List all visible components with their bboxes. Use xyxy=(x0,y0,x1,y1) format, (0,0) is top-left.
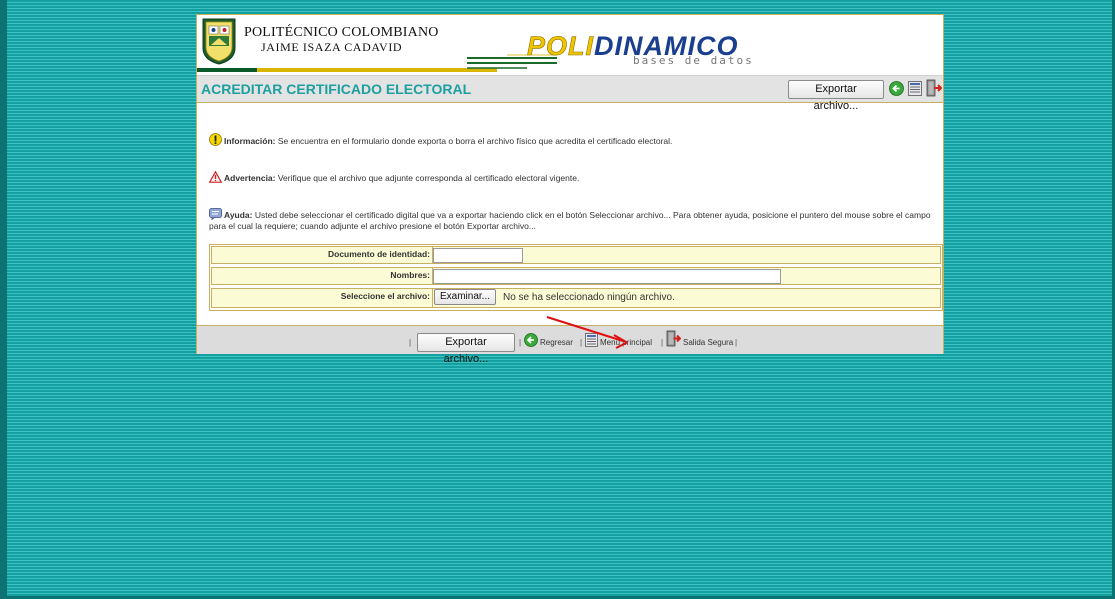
footer-separator: | xyxy=(580,338,583,347)
footer-separator: | xyxy=(661,338,664,347)
back-arrow-icon[interactable] xyxy=(889,81,904,96)
file-label: Seleccione el archivo: xyxy=(340,291,430,301)
warning-text: Verifique que el archivo que adjunte cor… xyxy=(275,173,580,183)
logo-part-a: POLI xyxy=(527,31,595,62)
info-icon xyxy=(209,133,222,146)
institution-crest-icon xyxy=(202,18,236,65)
export-file-button[interactable]: Exportar archivo... xyxy=(417,333,515,365)
title-bar: ACREDITAR CERTIFICADO ELECTORAL Exportar… xyxy=(197,75,943,112)
names-input[interactable] xyxy=(433,269,781,284)
institution-name: POLITÉCNICO COLOMBIANO xyxy=(244,25,439,40)
help-text: Usted debe seleccionar el certificado di… xyxy=(209,210,931,231)
info-label: Información: xyxy=(224,136,276,146)
footer-separator: | xyxy=(735,338,738,347)
back-link[interactable]: Regresar xyxy=(524,333,573,347)
help-message: Ayuda: Usted debe seleccionar el certifi… xyxy=(209,208,937,232)
page-title: ACREDITAR CERTIFICADO ELECTORAL xyxy=(201,81,472,97)
logo-tagline: bases de datos xyxy=(633,54,754,67)
warning-label: Advertencia: xyxy=(224,173,276,183)
header-color-bar xyxy=(197,68,497,72)
secure-exit-icon[interactable] xyxy=(926,79,942,97)
form-row-file: Seleccione el archivo: Examinar... No se… xyxy=(211,288,941,308)
secure-exit-link[interactable]: Salida Segura xyxy=(666,330,733,347)
form-row-names: Nombres: xyxy=(211,267,941,285)
back-arrow-icon xyxy=(524,333,538,347)
document-input[interactable] xyxy=(433,248,523,263)
row-separator xyxy=(432,289,433,307)
help-label: Ayuda: xyxy=(224,210,253,220)
warning-message: Advertencia: Verifique que el archivo qu… xyxy=(209,171,937,184)
secure-exit-icon xyxy=(666,330,681,347)
info-message: Información: Se encuentra en el formular… xyxy=(209,133,937,147)
main-menu-label: Menú principal xyxy=(600,338,653,347)
browse-file-button[interactable]: Examinar... xyxy=(434,289,497,305)
info-text: Se encuentra en el formulario donde expo… xyxy=(275,136,673,146)
institution-subname: JAIME ISAZA CADAVID xyxy=(261,40,403,54)
page-header: POLITÉCNICO COLOMBIANO JAIME ISAZA CADAV… xyxy=(197,15,943,75)
footer-separator: | xyxy=(519,338,522,347)
secure-exit-label: Salida Segura xyxy=(683,338,734,347)
file-status-text: No se ha seleccionado ningún archivo. xyxy=(503,292,675,303)
back-label: Regresar xyxy=(540,338,573,347)
main-menu-icon xyxy=(585,333,598,347)
main-menu-icon[interactable] xyxy=(908,81,922,96)
main-panel: POLITÉCNICO COLOMBIANO JAIME ISAZA CADAV… xyxy=(196,14,944,365)
document-label: Documento de identidad: xyxy=(328,249,430,259)
footer-bar: | Exportar archivo... | Regresar | Menú … xyxy=(197,325,943,365)
warning-icon xyxy=(209,171,222,183)
main-menu-link[interactable]: Menú principal xyxy=(585,333,652,347)
window-frame-left xyxy=(0,0,7,599)
form-row-document: Documento de identidad: xyxy=(211,246,941,264)
help-icon xyxy=(209,208,222,220)
export-file-button-top[interactable]: Exportar archivo... xyxy=(788,80,884,112)
names-label: Nombres: xyxy=(390,270,430,280)
footer-separator: | xyxy=(409,338,412,347)
